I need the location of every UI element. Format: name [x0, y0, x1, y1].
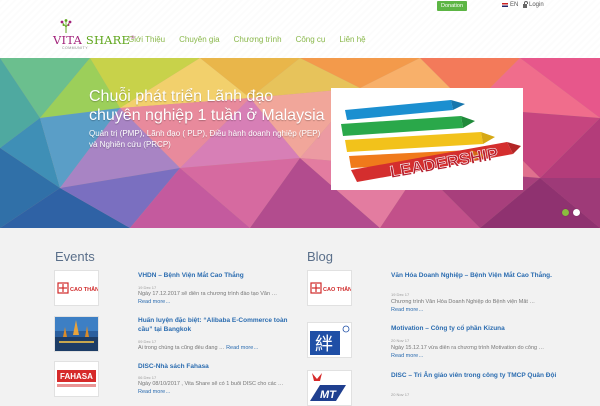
blog-heading: Blog	[307, 249, 334, 264]
leadership-image: LEADERSHIP DEVELOPMENT	[331, 88, 523, 190]
read-more-link[interactable]: Read more…	[391, 353, 424, 359]
read-more-link[interactable]: Read more…	[138, 299, 171, 305]
fahasa-logo-icon: FAHASA	[55, 362, 98, 396]
main-nav: Giới Thiệu Chuyên gia Chương trình Công …	[128, 35, 380, 44]
hero-title[interactable]: Chuỗi phát triển Lãnh đạo chuyên nghiệp …	[89, 87, 329, 125]
event-thumb-cao-thang[interactable]: CAO THẮNG	[54, 270, 99, 306]
event-read-more-row: Read more…	[138, 299, 293, 305]
logo-tagline: COMMUNITY	[62, 46, 89, 50]
login-link[interactable]: Login	[523, 1, 544, 8]
hero-slider: Chuỗi phát triển Lãnh đạo chuyên nghiệp …	[0, 58, 600, 228]
bangkok-temple-photo	[55, 317, 98, 351]
nav-item-lien-he[interactable]: Liên hệ	[339, 35, 365, 44]
blog-thumb-military-bank[interactable]: MT	[307, 370, 352, 406]
uk-flag-icon	[502, 3, 508, 7]
blog-excerpt: Chương trình Văn Hóa Doanh Nghiệp do Bện…	[391, 299, 535, 305]
language-label: EN	[510, 2, 519, 8]
blog-title[interactable]: Văn Hóa Doanh Nghiệp – Bệnh Viện Mắt Cao…	[391, 271, 556, 280]
read-more-link[interactable]: Read more…	[226, 345, 259, 351]
blog-read-more-row: Read more…	[391, 307, 561, 313]
event-date: 19 Dec 17	[138, 285, 157, 290]
event-excerpt: Ngày 08/10/2017 , Vita Share sẽ có 1 buổ…	[138, 381, 284, 387]
svg-text:CAO THẮNG: CAO THẮNG	[70, 285, 98, 293]
site-logo[interactable]: VITA SHARE® COMMUNITY	[53, 19, 135, 50]
event-thumb-fahasa[interactable]: FAHASA	[54, 361, 99, 397]
events-heading: Events	[55, 249, 95, 264]
kizuna-logo-icon: 絆	[308, 323, 351, 357]
slider-dot-1[interactable]	[562, 209, 569, 216]
blog-excerpt: Ngày 15.12.17 vừa diễn ra chương trình M…	[391, 345, 545, 351]
nav-item-chuong-trinh[interactable]: Chương trình	[234, 35, 282, 44]
event-title[interactable]: DISC-Nhà sách Fahasa	[138, 362, 293, 371]
eye-hospital-logo-icon: CAO THẮNG	[308, 271, 351, 305]
slider-dots	[562, 209, 584, 216]
site-header: VITA SHARE® COMMUNITY Giới Thiệu Chuyên …	[0, 0, 600, 58]
blog-date: 19 Dec 17	[391, 292, 410, 297]
read-more-link[interactable]: Read more…	[391, 307, 424, 313]
event-title[interactable]: VHDN – Bệnh Viện Mắt Cao Thắng	[138, 271, 288, 280]
eye-hospital-logo-icon: CAO THẮNG	[55, 271, 98, 305]
read-more-link[interactable]: Read more…	[138, 389, 171, 395]
svg-text:CAO THẮNG: CAO THẮNG	[323, 285, 351, 293]
nav-item-gioi-thieu[interactable]: Giới Thiệu	[128, 35, 165, 44]
lock-icon	[523, 1, 528, 8]
svg-text:FAHASA: FAHASA	[60, 372, 93, 381]
blog-read-more-row: Read more…	[391, 353, 561, 359]
slider-dot-2[interactable]	[573, 209, 580, 216]
blog-title[interactable]: DISC – Tri Ân giáo viên trong công ty TM…	[391, 371, 561, 380]
blog-title[interactable]: Motivation – Công ty cổ phần Kizuna	[391, 324, 561, 333]
nav-item-cong-cu[interactable]: Công cụ	[296, 35, 326, 44]
blog-date: 20 Nov 17	[391, 338, 410, 343]
tree-logo-icon	[60, 19, 72, 33]
nav-item-chuyen-gia[interactable]: Chuyên gia	[179, 35, 219, 44]
event-excerpt: Ngày 17.12.2017 sẽ diễn ra chương trình …	[138, 291, 278, 297]
login-label: Login	[529, 2, 544, 8]
blog-date: 20 Nov 17	[391, 392, 410, 397]
event-excerpt: Ai trong chúng ta cũng đều đang … Read m…	[138, 345, 259, 351]
svg-text:MT: MT	[320, 389, 337, 401]
language-switch[interactable]: EN	[502, 2, 518, 8]
logo-wordmark: VITA SHARE®	[53, 33, 136, 47]
svg-text:絆: 絆	[315, 334, 333, 355]
blog-thumb-cao-thang[interactable]: CAO THẮNG	[307, 270, 352, 306]
blog-thumb-kizuna[interactable]: 絆	[307, 322, 352, 358]
donation-button[interactable]: Donation	[437, 1, 467, 11]
event-date: 06 Dec 17	[138, 375, 157, 380]
event-read-more-row: Read more…	[138, 389, 293, 395]
event-thumb-bangkok[interactable]	[54, 316, 99, 352]
event-date: 09 Dec 17	[138, 339, 157, 344]
hero-subtitle: Quản trị (PMP), Lãnh đạo ( PLP), Điều hà…	[89, 129, 321, 149]
leadership-arrows-graphic: LEADERSHIP DEVELOPMENT	[331, 88, 523, 190]
event-title[interactable]: Huấn luyện đặc biệt: “Alibaba E-Commerce…	[138, 316, 293, 334]
